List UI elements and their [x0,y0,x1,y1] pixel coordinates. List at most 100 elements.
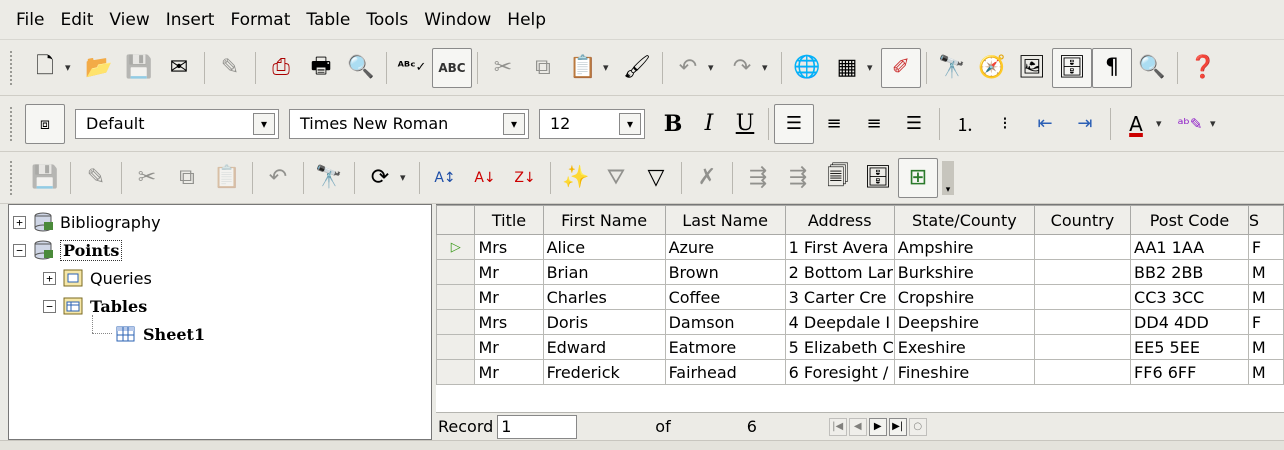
collapse-icon[interactable]: − [13,243,26,257]
cell[interactable] [1033,334,1132,360]
table-icon[interactable]: ▦ [827,48,867,88]
print-icon[interactable]: 🖶 [301,48,341,88]
column-header[interactable]: Title [474,205,544,235]
redo-icon[interactable]: ↷ [722,48,762,88]
underline-button[interactable]: U [727,111,763,136]
cell[interactable]: Damson [664,309,786,335]
table-row[interactable]: Mr Edward Eatmore 5 Elizabeth C Exeshire… [435,334,1284,360]
record-number-input[interactable]: 1 [497,414,578,439]
spellcheck-icon[interactable]: ᴬᴮᶜ✓ [392,48,432,88]
cell[interactable]: EE5 5EE [1130,334,1249,360]
cell[interactable]: Mr [474,334,544,360]
gallery-icon[interactable]: 🖼 [1012,48,1052,88]
sort-ascending-icon[interactable]: A↓ [465,158,505,198]
expand-icon[interactable]: + [13,215,26,229]
current-row-indicator-icon[interactable]: ▷ [435,234,476,260]
data-to-text-icon[interactable]: ⇶ [738,158,778,198]
font-color-icon[interactable]: A [1116,104,1156,144]
tree-item-tables[interactable]: − Tables [43,292,147,320]
cell[interactable]: Mrs [474,309,544,335]
cell[interactable]: 2 Bottom Lar [784,259,895,285]
find-replace-icon[interactable]: 🔭 [932,48,972,88]
cell[interactable]: FF6 6FF [1130,359,1249,385]
table-row[interactable]: Mrs Doris Damson 4 Deepdale I Deepshire … [435,309,1284,335]
next-record-icon[interactable]: ▶ [868,417,887,436]
column-header[interactable]: Post Code [1130,205,1249,235]
cell[interactable]: Exeshire [893,334,1035,360]
font-name-combo[interactable]: Times New Roman ▾ [289,108,529,139]
cell[interactable]: Burkshire [893,259,1035,285]
formatting-marks-icon[interactable]: ¶ [1092,47,1132,88]
table-row[interactable]: Mr Brian Brown 2 Bottom Lar Burkshire BB… [435,259,1284,285]
cell[interactable] [1033,234,1132,260]
copy-icon[interactable]: ⧉ [523,48,563,88]
chevron-down-icon[interactable]: ▾ [253,112,275,135]
apply-filter-icon[interactable]: ⛛ [596,158,636,198]
cell[interactable]: 4 Deepdale I [784,309,895,335]
print-preview-icon[interactable]: 🔍 [341,48,381,88]
column-header[interactable]: S [1247,205,1284,235]
cut-icon[interactable]: ✂ [127,158,167,198]
chevron-down-icon[interactable]: ▾ [708,61,720,74]
cell[interactable] [1033,359,1132,385]
cell[interactable]: Eatmore [664,334,786,360]
save-record-icon[interactable]: 💾 [25,158,65,198]
open-icon[interactable]: 📂 [79,48,119,88]
table-row[interactable]: Mr Charles Coffee 3 Carter Cre Cropshire… [435,284,1284,310]
cell[interactable]: Fineshire [893,359,1035,385]
last-record-icon[interactable]: ▶| [888,417,907,436]
cell[interactable] [1033,284,1132,310]
align-left-icon[interactable]: ☰ [774,103,814,144]
cell[interactable]: Doris [542,309,666,335]
show-draw-functions-icon[interactable]: ✐ [881,47,921,88]
cell[interactable]: F [1247,309,1284,335]
table-row[interactable]: Mr Frederick Fairhead 6 Foresight / Fine… [435,359,1284,385]
tree-item-bibliography[interactable]: + Bibliography [13,208,161,236]
navigator-icon[interactable]: 🧭 [972,48,1012,88]
export-pdf-icon[interactable]: ⎙ [261,48,301,88]
email-icon[interactable]: ✉ [159,48,199,88]
cell[interactable]: Charles [542,284,666,310]
remove-filter-icon[interactable]: ✗ [687,158,727,198]
cell[interactable]: 5 Elizabeth C [784,334,895,360]
cell[interactable]: M [1247,359,1284,385]
cell[interactable]: Ampshire [893,234,1035,260]
chevron-down-icon[interactable]: ▾ [619,112,641,135]
paragraph-style-combo[interactable]: Default ▾ [75,108,279,139]
chevron-down-icon[interactable]: ▾ [762,61,774,74]
row-header[interactable] [435,284,476,310]
cell[interactable]: M [1247,284,1284,310]
chevron-down-icon[interactable]: ▾ [400,171,412,184]
cell[interactable]: Deepshire [893,309,1035,335]
tree-item-queries[interactable]: + Queries [43,264,152,292]
row-header[interactable] [435,334,476,360]
cell[interactable] [1033,259,1132,285]
row-header[interactable] [435,309,476,335]
cell[interactable]: 6 Foresight / [784,359,895,385]
explorer-toggle-icon[interactable]: ⊞ [898,157,938,198]
italic-button[interactable]: I [691,111,727,136]
cell[interactable]: Alice [542,234,666,260]
undo-icon[interactable]: ↶ [668,48,708,88]
mail-merge-icon[interactable]: 🗐 [818,158,858,198]
cell[interactable]: 3 Carter Cre [784,284,895,310]
data-source-icon[interactable]: 🗄 [858,158,898,198]
menu-help[interactable]: Help [499,0,554,40]
column-header[interactable]: Country [1033,205,1132,235]
cell[interactable]: CC3 3CC [1130,284,1249,310]
cell[interactable]: Edward [542,334,666,360]
cell[interactable]: Cropshire [893,284,1035,310]
column-header[interactable]: Last Name [664,205,786,235]
decrease-indent-icon[interactable]: ⇤ [1025,104,1065,144]
cell[interactable]: Mr [474,284,544,310]
cell[interactable] [1033,309,1132,335]
paste-icon[interactable]: 📋 [207,158,247,198]
cell[interactable]: Frederick [542,359,666,385]
expand-icon[interactable]: + [43,271,56,285]
clone-formatting-icon[interactable]: 🖌 [617,48,657,88]
cell[interactable]: Brian [542,259,666,285]
menu-window[interactable]: Window [416,0,499,40]
cell[interactable]: Mr [474,259,544,285]
cell[interactable]: Coffee [664,284,786,310]
help-icon[interactable]: ❓ [1183,48,1223,88]
